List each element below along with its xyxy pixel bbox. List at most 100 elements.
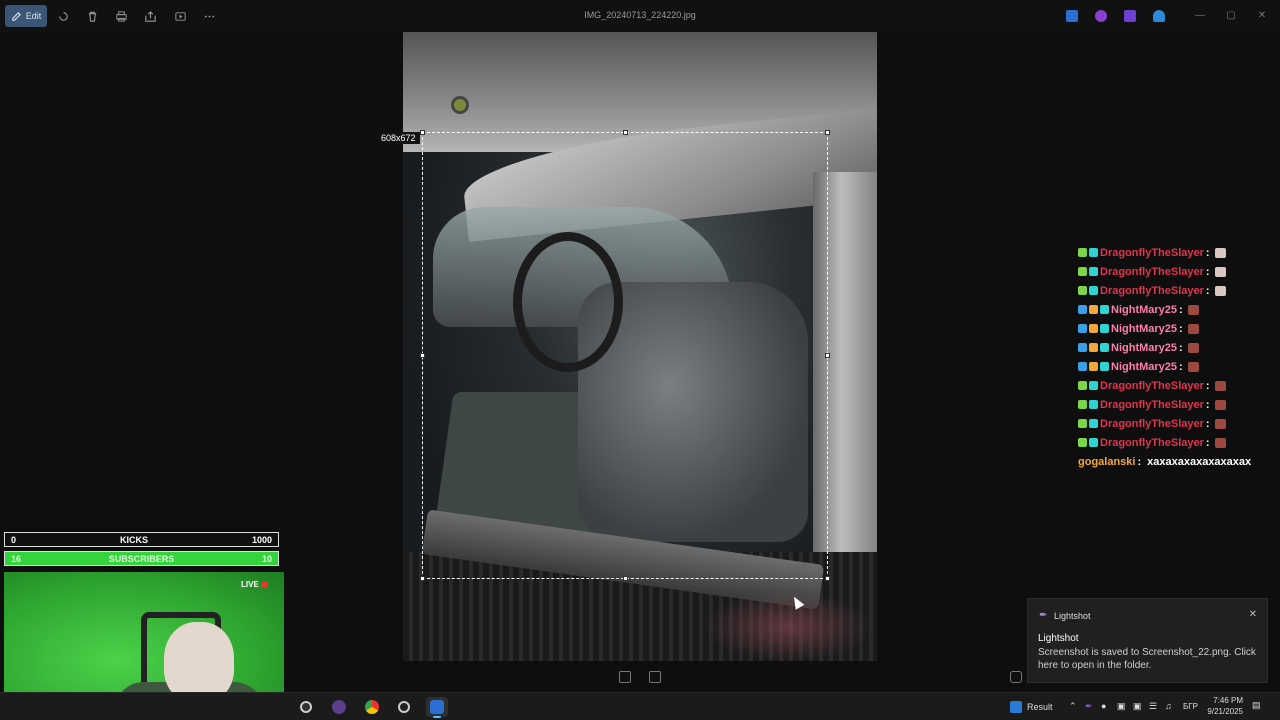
- taskbar-app-photos[interactable]: [426, 697, 448, 718]
- kicks-current: 0: [11, 534, 17, 545]
- chat-message: NightMary25 :: [1078, 338, 1278, 357]
- designer-icon[interactable]: [1124, 10, 1136, 22]
- chat-separator: :: [1179, 360, 1183, 373]
- chat-username[interactable]: DragonflyTheSlayer: [1100, 285, 1204, 297]
- chat-separator: :: [1205, 398, 1210, 411]
- chat-message: NightMary25 :: [1078, 357, 1278, 376]
- chat-username[interactable]: DragonflyTheSlayer: [1100, 247, 1204, 259]
- notification-title: Lightshot: [1038, 633, 1079, 644]
- selection-handle[interactable]: [420, 353, 425, 358]
- selection-handle[interactable]: [623, 576, 628, 581]
- close-icon[interactable]: ✕: [1249, 609, 1257, 620]
- chat-message: DragonflyTheSlayer :: [1078, 262, 1278, 281]
- subscribers-current: 16: [11, 553, 22, 564]
- clipchamp-icon[interactable]: [1095, 10, 1107, 22]
- selection-handle[interactable]: [825, 353, 830, 358]
- stream-chat: DragonflyTheSlayer : DragonflyTheSlayer :…: [1078, 243, 1278, 471]
- lightshot-notification[interactable]: ✒ Lightshot ✕ Lightshot Screenshot is sa…: [1027, 598, 1268, 683]
- onedrive-icon[interactable]: [1153, 10, 1165, 22]
- notification-body[interactable]: Screenshot is saved to Screenshot_22.png…: [1038, 646, 1260, 672]
- emote-icon: [1214, 266, 1226, 277]
- emote-icon: [1187, 342, 1199, 353]
- chat-username[interactable]: DragonflyTheSlayer: [1100, 437, 1204, 449]
- emote-icon: [1214, 247, 1226, 258]
- selection-size-label: 608x672: [377, 132, 420, 144]
- emote-icon: [1214, 399, 1226, 410]
- fit-to-window-icon[interactable]: [619, 671, 631, 683]
- chat-message: DragonflyTheSlayer :: [1078, 243, 1278, 262]
- camera-icon[interactable]: [1010, 671, 1022, 683]
- microphone-icon[interactable]: ●: [1101, 701, 1106, 711]
- badge-icon: [1100, 305, 1109, 314]
- emote-icon: [1187, 361, 1199, 372]
- kicks-goal-bar: 0 KICKS 1000: [4, 532, 279, 547]
- lightshot-tray-icon[interactable]: ✒: [1085, 701, 1093, 712]
- chat-separator: :: [1205, 417, 1210, 430]
- chat-username[interactable]: DragonflyTheSlayer: [1100, 399, 1204, 411]
- weather-icon[interactable]: [1010, 701, 1022, 713]
- toolbar: Edit IMG_20240713_224220.jpg — ▢ ✕: [0, 0, 1280, 32]
- selection-handle[interactable]: [623, 130, 628, 135]
- chat-separator: :: [1205, 436, 1210, 449]
- photo-viewer-window: Edit IMG_20240713_224220.jpg — ▢ ✕ 608x6…: [0, 0, 1280, 720]
- close-button[interactable]: ✕: [1254, 8, 1270, 24]
- chat-username[interactable]: NightMary25: [1111, 342, 1177, 354]
- chat-message: NightMary25 :: [1078, 300, 1278, 319]
- selection-handle[interactable]: [420, 576, 425, 581]
- emote-icon: [1214, 380, 1226, 391]
- live-label: LIVE: [241, 580, 259, 589]
- taskbar-app-chrome[interactable]: [361, 697, 383, 717]
- taskbar-app-g[interactable]: [295, 697, 317, 717]
- badge-icon: [1089, 248, 1098, 257]
- capture-selection[interactable]: [420, 130, 830, 581]
- chat-username[interactable]: DragonflyTheSlayer: [1100, 418, 1204, 430]
- emote-icon: [1187, 304, 1199, 315]
- chat-username[interactable]: DragonflyTheSlayer: [1100, 380, 1204, 392]
- chat-username[interactable]: NightMary25: [1111, 323, 1177, 335]
- badge-icon: [1089, 286, 1098, 295]
- badge-icon: [1078, 267, 1087, 276]
- chat-separator: :: [1137, 455, 1142, 468]
- chat-username[interactable]: NightMary25: [1111, 361, 1177, 373]
- photos-edit-icon[interactable]: [1066, 10, 1078, 22]
- chat-username[interactable]: NightMary25: [1111, 304, 1177, 316]
- taskbar-app-obs[interactable]: [328, 697, 350, 717]
- badge-icon: [1078, 286, 1087, 295]
- chat-username[interactable]: DragonflyTheSlayer: [1100, 266, 1204, 278]
- chat-message: DragonflyTheSlayer :: [1078, 433, 1278, 452]
- badge-icon: [1078, 248, 1087, 257]
- subscribers-label: SUBSCRIBERS: [108, 553, 175, 564]
- chat-separator: :: [1179, 322, 1183, 335]
- network-tray-icon[interactable]: ▣: [1117, 701, 1126, 712]
- chevron-up-icon[interactable]: ⌃: [1069, 701, 1077, 712]
- taskbar-clock[interactable]: 7:46 PM 9/21/2025: [1203, 695, 1243, 717]
- chat-separator: :: [1179, 303, 1183, 316]
- badge-icon: [1089, 324, 1098, 333]
- selection-handle[interactable]: [825, 576, 830, 581]
- taskbar-app-obs2[interactable]: [393, 697, 415, 717]
- chat-message: NightMary25 :: [1078, 319, 1278, 338]
- badge-icon: [1078, 305, 1087, 314]
- subscribers-goal-bar: 16 SUBSCRIBERS 10: [4, 551, 279, 566]
- minimize-button[interactable]: —: [1192, 8, 1208, 24]
- live-indicator: LIVE: [241, 580, 268, 589]
- chat-separator: :: [1205, 265, 1210, 278]
- language-indicator[interactable]: БГР: [1183, 702, 1198, 711]
- window-title: IMG_20240713_224220.jpg: [584, 10, 696, 20]
- badge-icon: [1100, 343, 1109, 352]
- selection-handle[interactable]: [825, 130, 830, 135]
- chat-username[interactable]: gogalanski: [1078, 456, 1135, 468]
- notifications-icon[interactable]: ▤: [1252, 700, 1261, 711]
- badge-icon: [1078, 400, 1087, 409]
- wifi-icon[interactable]: ☰: [1149, 701, 1157, 712]
- weather-label[interactable]: Result: [1027, 702, 1053, 712]
- selection-handle[interactable]: [420, 130, 425, 135]
- volume-icon[interactable]: ♫: [1165, 701, 1172, 711]
- maximize-button[interactable]: ▢: [1223, 8, 1239, 24]
- display-tray-icon[interactable]: ▣: [1133, 701, 1142, 712]
- badge-icon: [1089, 438, 1098, 447]
- badge-icon: [1089, 400, 1098, 409]
- chat-message: DragonflyTheSlayer :: [1078, 414, 1278, 433]
- actual-size-icon[interactable]: [649, 671, 661, 683]
- badge-icon: [1100, 362, 1109, 371]
